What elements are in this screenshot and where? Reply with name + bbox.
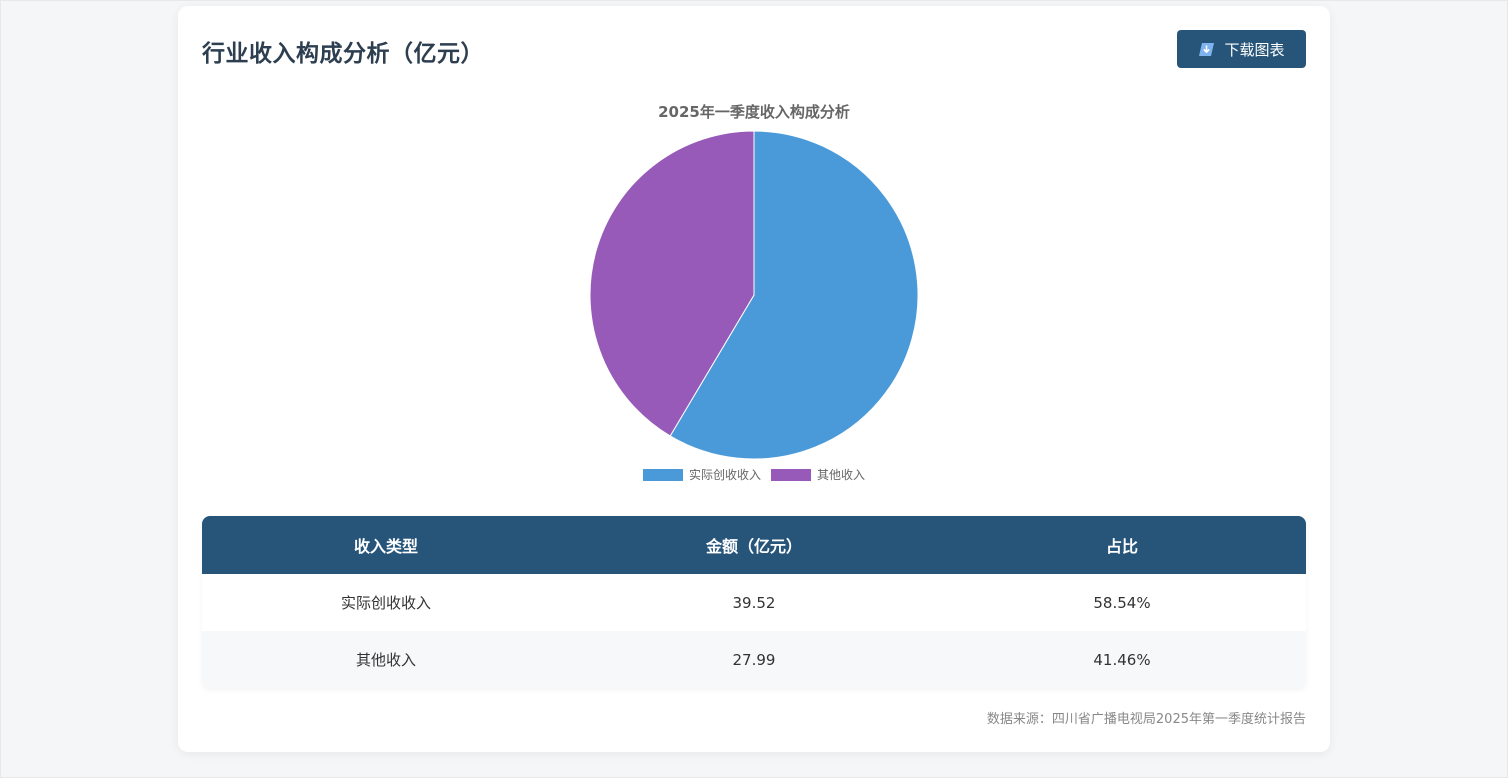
table-header-row: 收入类型 金额（亿元） 占比 [202, 516, 1306, 574]
table-header-share: 占比 [938, 516, 1306, 574]
data-source-note: 数据来源：四川省广播电视局2025年第一季度统计报告 [986, 712, 1306, 727]
legend-swatch [642, 468, 683, 481]
table-cell-amount: 27.99 [570, 631, 938, 688]
legend-swatch [771, 468, 811, 481]
table-cell-amount: 39.52 [570, 574, 938, 631]
table-cell-share: 41.46% [938, 631, 1306, 688]
legend-item[interactable]: 实际创收收入 [642, 466, 761, 483]
table-cell-share: 58.54% [938, 574, 1306, 631]
pie-chart-svg [589, 130, 919, 460]
chart-legend: 实际创收收入 其他收入 [178, 466, 1330, 483]
table-header-amount: 金额（亿元） [570, 516, 938, 574]
legend-label: 其他收入 [817, 468, 866, 482]
chart-card: 行业收入构成分析（亿元） 下载图表 2025年一季度收入构成分析 实际创收收入其… [178, 6, 1330, 752]
legend-label: 实际创收收入 [688, 468, 761, 482]
pie-chart: 2025年一季度收入构成分析 实际创收收入 其他收入 [178, 6, 1330, 506]
table-row: 其他收入 27.99 41.46% [202, 631, 1306, 688]
revenue-table: 收入类型 金额（亿元） 占比 实际创收收入 39.52 58.54% 其他收入 … [202, 516, 1306, 688]
table-cell-type: 其他收入 [202, 631, 570, 688]
table-row: 实际创收收入 39.52 58.54% [202, 574, 1306, 631]
table-cell-type: 实际创收收入 [202, 574, 570, 631]
legend-item[interactable]: 其他收入 [771, 466, 865, 483]
table-header-type: 收入类型 [202, 516, 570, 574]
